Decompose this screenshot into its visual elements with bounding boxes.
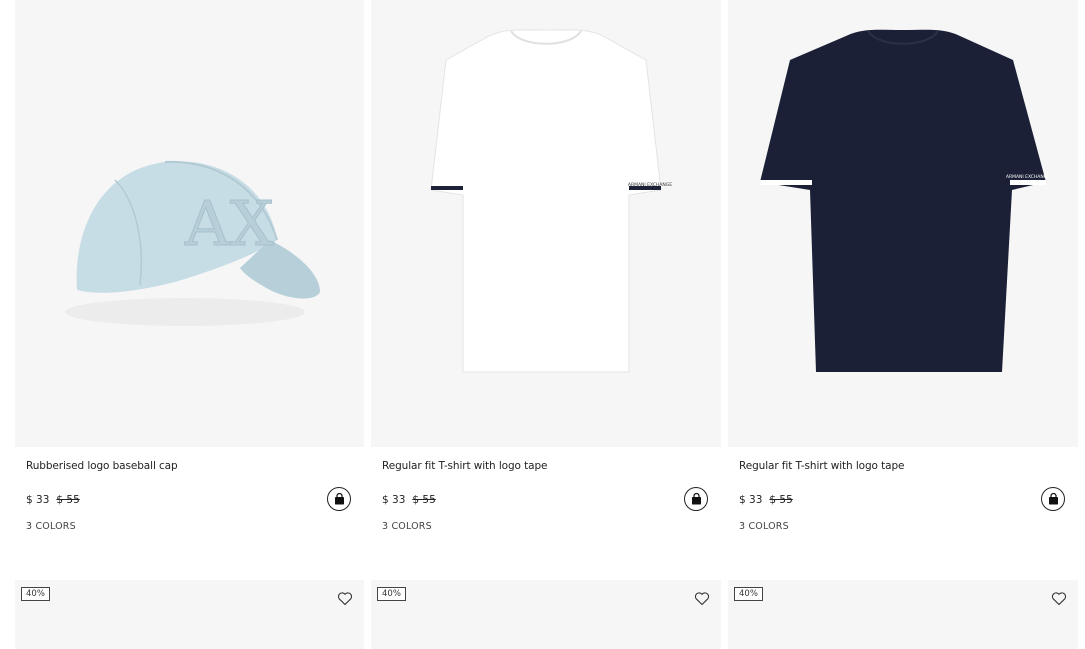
logo-tape-text: ARMANI EXCHANGE [1006,174,1050,180]
original-price: $ 55 [56,494,80,506]
discount-badge: 40% [734,587,763,601]
product-title[interactable]: Rubberised logo baseball cap [26,460,352,472]
product-image[interactable]: ARMANI EXCHANGE [728,0,1078,447]
baseball-cap-image: AX [65,160,320,326]
product-info: Regular fit T-shirt with logo tape $ 33 … [371,447,721,580]
sale-price: $ 33 [26,494,50,506]
sale-price: $ 33 [739,494,763,506]
product-grid: AX Rubberised logo baseball cap $ 33 $ 5… [15,0,1078,580]
product-card[interactable]: ARMANI EXCHANGE Regular fit T-shirt with… [371,0,721,580]
product-card[interactable]: 40% [15,580,364,649]
product-info: Rubberised logo baseball cap $ 33 $ 55 3… [15,447,364,580]
logo-tape-text: ARMANI EXCHANGE [628,182,672,188]
discount-badge: 40% [21,587,50,601]
original-price: $ 55 [769,494,793,506]
product-card[interactable]: ARMANI EXCHANGE Regular fit T-shirt with… [728,0,1078,580]
product-card[interactable]: AX Rubberised logo baseball cap $ 33 $ 5… [15,0,364,580]
product-title[interactable]: Regular fit T-shirt with logo tape [739,460,1066,472]
price-row: $ 33 $ 55 [739,494,1066,506]
product-grid-next-row: 40% 40% 40% [15,580,1078,649]
original-price: $ 55 [412,494,436,506]
color-count[interactable]: 3 COLORS [382,521,709,532]
heart-icon[interactable] [694,591,710,606]
product-image[interactable]: ARMANI EXCHANGE [371,0,721,447]
add-to-bag-button[interactable] [1041,487,1065,511]
heart-icon[interactable] [1051,591,1067,606]
product-card[interactable]: 40% [371,580,721,649]
shopping-bag-icon [691,493,701,505]
shopping-bag-icon [1048,493,1058,505]
price-row: $ 33 $ 55 [26,494,352,506]
add-to-bag-button[interactable] [327,487,351,511]
navy-tshirt-image: ARMANI EXCHANGE [760,29,1050,373]
product-title[interactable]: Regular fit T-shirt with logo tape [382,460,709,472]
heart-icon[interactable] [337,591,353,606]
discount-badge: 40% [377,587,406,601]
price-row: $ 33 $ 55 [382,494,709,506]
svg-text:AX: AX [184,187,274,260]
product-image[interactable]: AX [15,0,364,447]
product-info: Regular fit T-shirt with logo tape $ 33 … [728,447,1078,580]
product-card[interactable]: 40% [728,580,1078,649]
color-count[interactable]: 3 COLORS [26,521,352,532]
sale-price: $ 33 [382,494,406,506]
add-to-bag-button[interactable] [684,487,708,511]
color-count[interactable]: 3 COLORS [739,521,1066,532]
white-tshirt-image: ARMANI EXCHANGE [430,29,672,373]
shopping-bag-icon [334,493,344,505]
